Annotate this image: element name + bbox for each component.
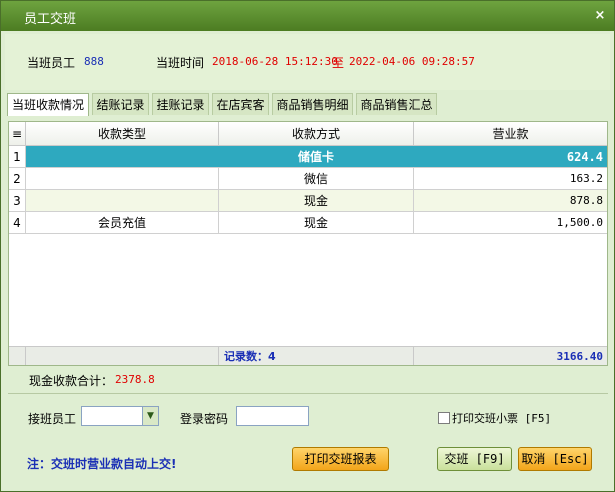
cell-method: 微信 bbox=[219, 168, 414, 189]
cash-total-value: 2378.8 bbox=[115, 373, 155, 386]
table-row[interactable]: 2 微信 163.2 bbox=[9, 168, 607, 190]
shift-time-separator: 至 bbox=[332, 56, 345, 70]
on-duty-staff-value: 888 bbox=[84, 55, 104, 68]
tab-checkout-records[interactable]: 结账记录 bbox=[92, 93, 149, 115]
window-title: 员工交班 bbox=[24, 12, 77, 27]
shift-start-time: 2018-06-28 15:12:30 bbox=[212, 55, 338, 68]
table-header: ≡ 收款类型 收款方式 营业款 bbox=[9, 122, 607, 146]
table-footer: 记录数：4 3166.40 bbox=[9, 346, 607, 365]
shift-handover-window: 员工交班 × 当班员工 888 当班时间 2018-06-28 15:12:30… bbox=[0, 0, 615, 492]
cell-type: 会员充值 bbox=[26, 212, 219, 233]
row-number: 2 bbox=[9, 168, 26, 189]
next-staff-select[interactable]: ▼ bbox=[81, 406, 159, 426]
cell-type bbox=[26, 168, 219, 189]
footer-spacer bbox=[26, 347, 219, 365]
handover-note: 注：交班时营业款自动上交! bbox=[27, 457, 177, 471]
row-number: 1 bbox=[9, 146, 26, 167]
print-report-button[interactable]: 打印交班报表 bbox=[292, 447, 389, 471]
row-number: 3 bbox=[9, 190, 26, 211]
tab-guests-in-store[interactable]: 在店宾客 bbox=[212, 93, 269, 115]
column-header-amount[interactable]: 营业款 bbox=[414, 122, 607, 145]
shift-time-label: 当班时间 bbox=[156, 56, 205, 70]
row-number: 4 bbox=[9, 212, 26, 233]
footer-spacer bbox=[9, 347, 26, 365]
print-receipt-label[interactable]: 打印交班小票 [F5] bbox=[452, 410, 551, 426]
column-header-type[interactable]: 收款类型 bbox=[26, 122, 219, 145]
divider bbox=[8, 393, 608, 394]
table-row[interactable]: 3 现金 878.8 bbox=[9, 190, 607, 212]
table-row[interactable]: 1 储值卡 624.4 bbox=[9, 146, 607, 168]
handover-button[interactable]: 交班 [F9] bbox=[437, 447, 512, 471]
record-count: 记录数：4 bbox=[222, 347, 414, 365]
close-icon[interactable]: × bbox=[593, 9, 607, 23]
shift-info-panel: 当班员工 888 当班时间 2018-06-28 15:12:30 至 2022… bbox=[5, 34, 610, 90]
on-duty-staff-label: 当班员工 bbox=[27, 56, 76, 70]
payments-table: ≡ 收款类型 收款方式 营业款 1 储值卡 624.4 2 微信 163.2 3… bbox=[8, 121, 608, 366]
cell-amount: 163.2 bbox=[569, 172, 603, 185]
tab-credit-records[interactable]: 挂账记录 bbox=[152, 93, 209, 115]
cancel-button[interactable]: 取消 [Esc] bbox=[518, 447, 592, 471]
tab-sales-detail[interactable]: 商品销售明细 bbox=[272, 93, 353, 115]
next-staff-label: 接班员工 bbox=[28, 412, 77, 426]
cell-method: 储值卡 bbox=[219, 146, 414, 167]
chevron-down-icon[interactable]: ▼ bbox=[142, 407, 158, 425]
cell-amount: 878.8 bbox=[569, 194, 603, 207]
tab-sales-summary[interactable]: 商品销售汇总 bbox=[356, 93, 437, 115]
tab-shift-payments[interactable]: 当班收款情况 bbox=[7, 93, 89, 116]
cell-method: 现金 bbox=[219, 212, 414, 233]
column-header-method[interactable]: 收款方式 bbox=[219, 122, 414, 145]
cell-amount: 624.4 bbox=[566, 150, 603, 164]
cell-type bbox=[26, 146, 219, 167]
cell-amount: 1,500.0 bbox=[556, 216, 603, 229]
title-bar[interactable]: 员工交班 × bbox=[1, 1, 614, 31]
row-menu-icon[interactable]: ≡ bbox=[9, 122, 26, 145]
total-amount: 3166.40 bbox=[556, 350, 603, 363]
print-receipt-checkbox[interactable] bbox=[438, 412, 450, 424]
password-label: 登录密码 bbox=[180, 412, 229, 426]
shift-end-time: 2022-04-06 09:28:57 bbox=[349, 55, 475, 68]
password-input[interactable] bbox=[236, 406, 309, 426]
cell-method: 现金 bbox=[219, 190, 414, 211]
cell-type bbox=[26, 190, 219, 211]
table-row[interactable]: 4 会员充值 现金 1,500.0 bbox=[9, 212, 607, 234]
cash-total-label: 现金收款合计： bbox=[29, 374, 114, 388]
